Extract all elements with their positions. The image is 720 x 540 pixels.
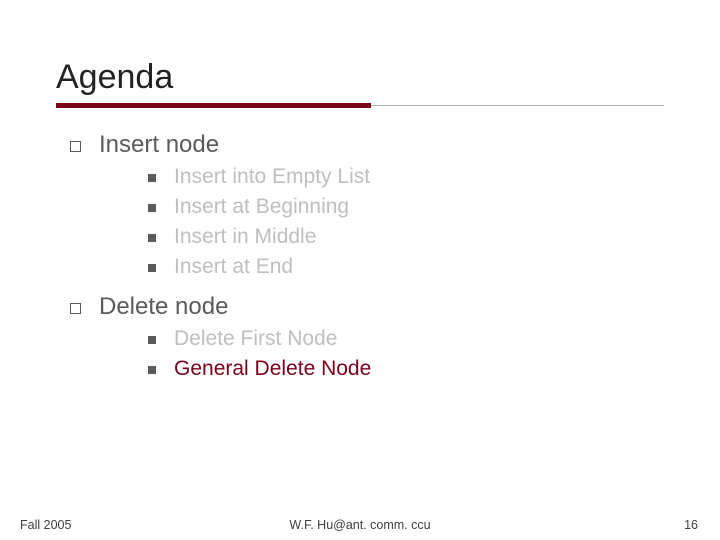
list-item: Delete First Node bbox=[148, 327, 664, 351]
item-label: Insert into Empty List bbox=[174, 165, 370, 189]
section-items: Delete First Node General Delete Node bbox=[148, 327, 664, 381]
content: Insert node Insert into Empty List Inser… bbox=[56, 131, 664, 381]
slide: Agenda Insert node Insert into Empty Lis… bbox=[0, 0, 720, 540]
list-item-active: General Delete Node bbox=[148, 357, 664, 381]
square-fill-bullet-icon bbox=[148, 366, 156, 374]
square-open-bullet-icon bbox=[70, 303, 81, 314]
square-open-bullet-icon bbox=[70, 141, 81, 152]
footer-center: W.F. Hu@ant. comm. ccu bbox=[0, 518, 720, 532]
section-label: Insert node bbox=[99, 131, 219, 159]
item-label: Insert in Middle bbox=[174, 225, 316, 249]
section-heading: Insert node bbox=[70, 131, 664, 159]
square-fill-bullet-icon bbox=[148, 336, 156, 344]
square-fill-bullet-icon bbox=[148, 174, 156, 182]
slide-title: Agenda bbox=[56, 58, 664, 97]
footer-page-number: 16 bbox=[684, 518, 698, 532]
square-fill-bullet-icon bbox=[148, 264, 156, 272]
square-fill-bullet-icon bbox=[148, 234, 156, 242]
item-label: Insert at Beginning bbox=[174, 195, 349, 219]
title-rule bbox=[56, 103, 664, 113]
list-item: Insert in Middle bbox=[148, 225, 664, 249]
section-items: Insert into Empty List Insert at Beginni… bbox=[148, 165, 664, 279]
section-label: Delete node bbox=[99, 293, 228, 321]
section-heading: Delete node bbox=[70, 293, 664, 321]
list-item: Insert at End bbox=[148, 255, 664, 279]
square-fill-bullet-icon bbox=[148, 204, 156, 212]
item-label: Insert at End bbox=[174, 255, 293, 279]
list-item: Insert at Beginning bbox=[148, 195, 664, 219]
item-label: Delete First Node bbox=[174, 327, 337, 351]
item-label: General Delete Node bbox=[174, 357, 371, 381]
rule-thick bbox=[56, 103, 371, 108]
list-item: Insert into Empty List bbox=[148, 165, 664, 189]
